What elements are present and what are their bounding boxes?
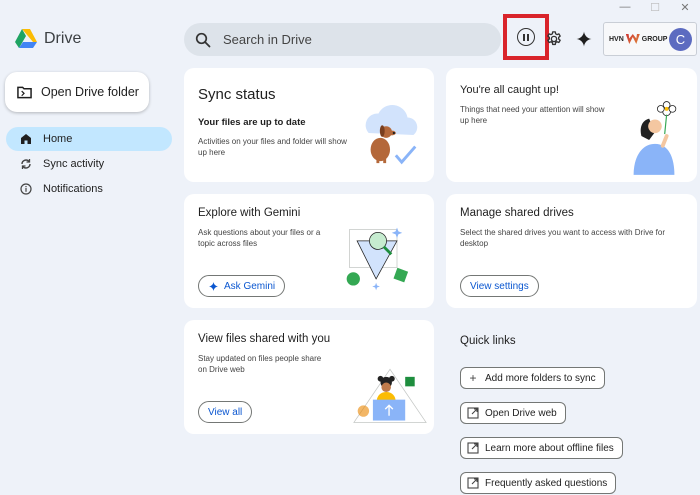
org-logo: HVN GROUP [609,34,668,44]
sidebar-item-label: Notifications [43,183,103,195]
open-drive-web-link[interactable]: Open Drive web [460,402,566,424]
close-button[interactable]: ✕ [670,0,700,14]
minimize-button[interactable]: — [610,0,640,14]
faq-link[interactable]: Frequently asked questions [460,472,617,494]
ask-gemini-button[interactable]: Ask Gemini [198,275,286,297]
caught-up-card: You're all caught up! Things that need y… [446,68,697,182]
card-title: View files shared with you [198,333,331,345]
search-bar[interactable] [184,23,501,56]
shared-files-card: View files shared with you Stay updated … [184,320,434,434]
quick-link-label: Add more folders to sync [485,372,596,384]
card-text: Things that need your attention will sho… [460,105,605,125]
add-folders-link[interactable]: + Add more folders to sync [460,367,605,389]
external-link-icon [467,407,479,419]
gemini-sparkle-icon[interactable] [575,30,593,48]
open-drive-folder-button[interactable]: Open Drive folder [5,72,149,112]
folder-open-icon [17,86,32,99]
view-settings-button[interactable]: View settings [460,275,539,297]
view-all-button[interactable]: View all [198,401,253,423]
gemini-sparkle-icon [208,281,219,291]
dog-cloud-illustration [365,104,418,165]
shared-files-illustration [353,368,427,423]
home-icon [21,134,31,144]
search-input[interactable] [223,32,483,47]
card-title: Manage shared drives [460,207,574,219]
view-settings-label: View settings [470,280,529,292]
explore-gemini-card: Explore with Gemini Ask questions about … [184,194,434,308]
card-title: Explore with Gemini [198,207,301,219]
gear-icon[interactable] [545,30,563,48]
offline-files-link[interactable]: Learn more about offline files [460,437,623,459]
woman-flower-illustration [633,101,677,175]
sidebar-nav: Home Sync activity Notifications [6,127,172,202]
external-link-icon [467,477,479,489]
card-title: Sync status [198,86,276,103]
plus-icon: + [469,371,477,385]
info-icon [20,183,32,195]
sidebar-item-label: Sync activity [43,158,105,170]
quick-link-label: Learn more about offline files [485,442,614,454]
app-name: Drive [44,30,82,47]
card-title: You're all caught up! [460,84,559,96]
ask-gemini-label: Ask Gemini [224,280,276,292]
sidebar-item-sync-activity[interactable]: Sync activity [6,152,172,176]
card-text: Ask questions about your files or a topi… [198,228,321,248]
quick-link-label: Frequently asked questions [485,477,608,489]
pause-sync-button[interactable] [503,14,549,60]
external-link-icon [467,442,479,454]
maximize-button[interactable]: ☐ [640,0,670,14]
gemini-shapes-illustration [346,227,409,291]
drive-logo-icon [15,29,37,48]
sync-icon [21,159,31,169]
quick-link-label: Open Drive web [485,407,557,419]
search-icon [195,32,211,47]
sidebar-item-label: Home [43,133,73,145]
view-all-label: View all [208,406,243,418]
card-text: Stay updated on files people share on Dr… [198,354,322,374]
pause-icon [517,28,535,46]
window-controls: — ☐ ✕ [610,0,700,14]
sidebar-item-notifications[interactable]: Notifications [6,177,172,201]
org-logo-mark-icon [625,34,640,44]
sync-status-card: Sync status Your files are up to date Ac… [184,68,434,182]
card-text: Select the shared drives you want to acc… [460,228,665,248]
avatar[interactable]: C [669,28,692,51]
manage-shared-drives-card: Manage shared drives Select the shared d… [446,194,697,308]
account-switcher[interactable]: HVN GROUP C [603,22,697,56]
quick-links-title: Quick links [460,335,516,347]
card-subtitle: Your files are up to date [198,117,306,128]
app-logo: Drive [15,29,81,49]
sidebar-item-home[interactable]: Home [6,127,172,151]
open-drive-folder-label: Open Drive folder [41,85,139,99]
card-text: Activities on your files and folder will… [198,137,347,157]
